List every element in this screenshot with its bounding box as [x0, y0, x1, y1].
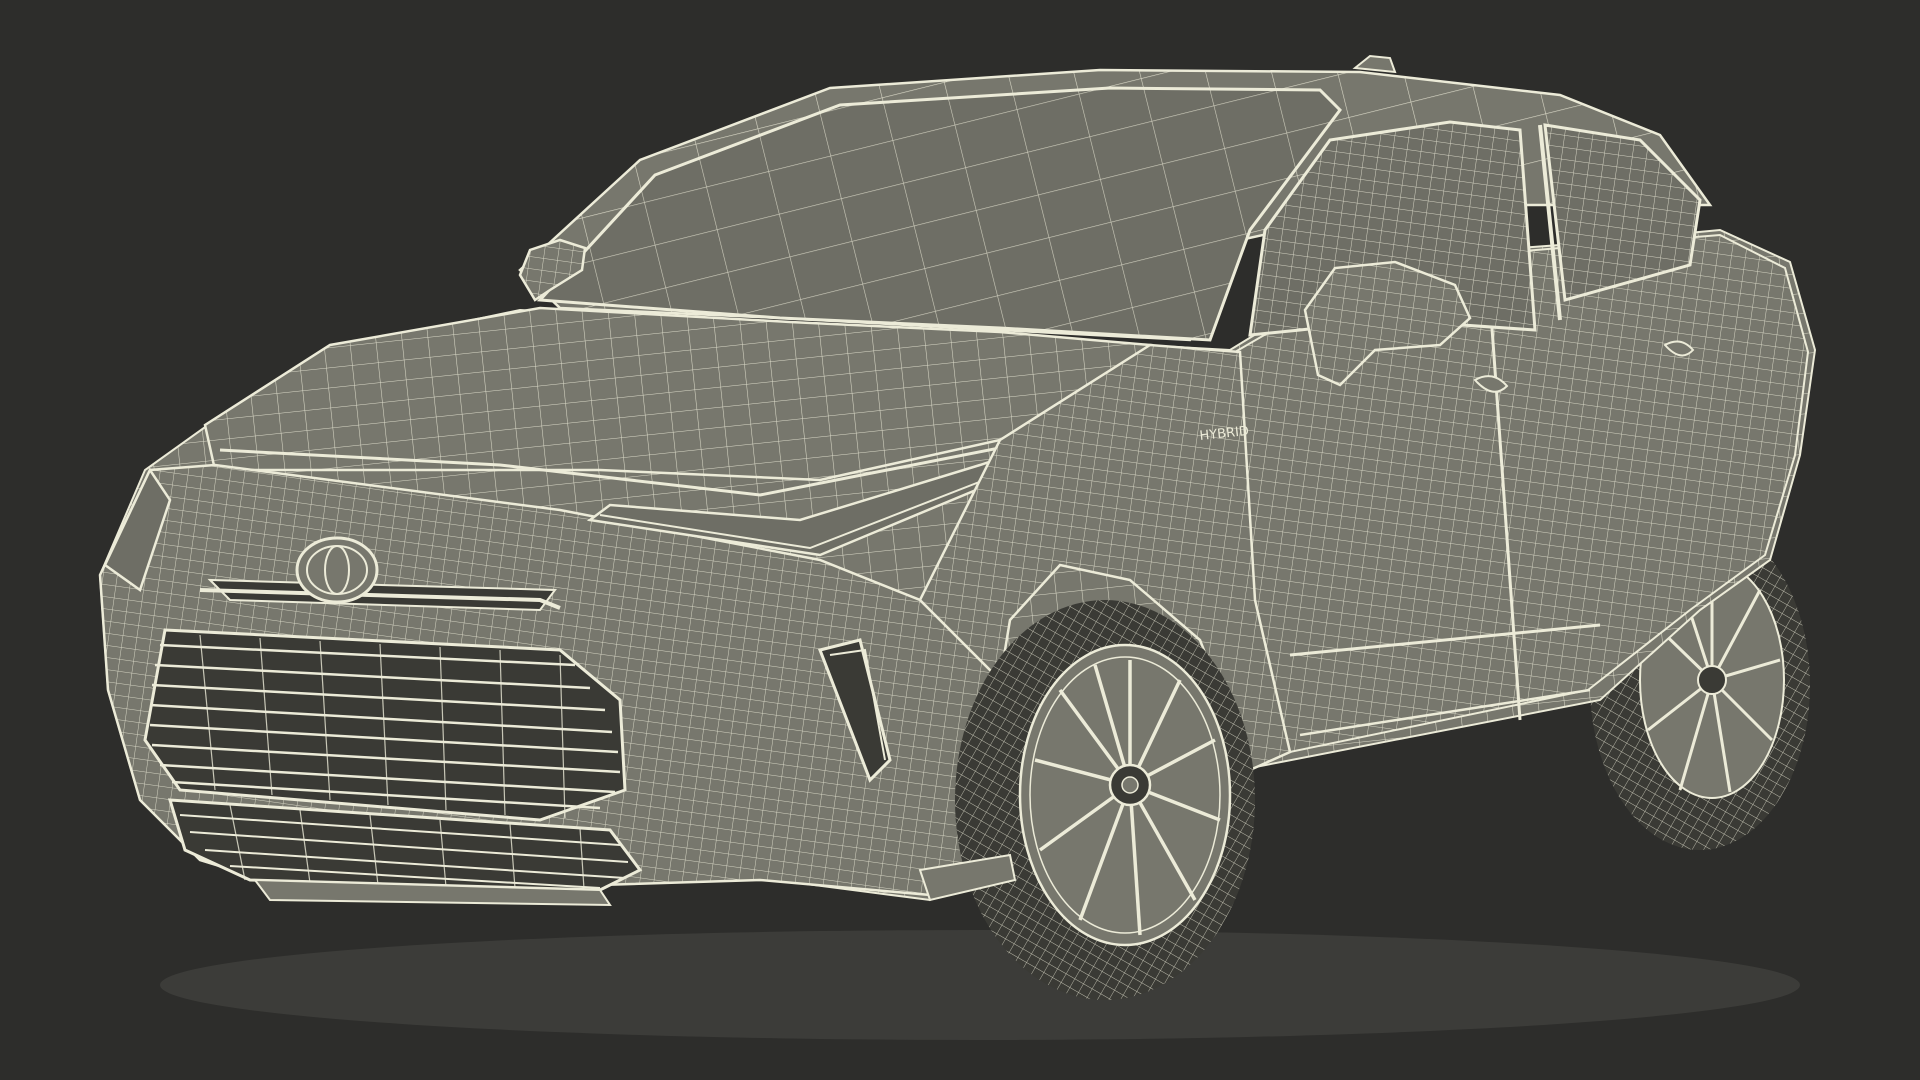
scene-canvas: HYBRID	[0, 0, 1920, 1080]
render-viewport: HYBRID	[0, 0, 1920, 1080]
car-shadow	[160, 930, 1800, 1040]
front-emblem	[295, 536, 379, 604]
front-grille	[143, 628, 627, 822]
front-wheel	[955, 600, 1255, 1000]
